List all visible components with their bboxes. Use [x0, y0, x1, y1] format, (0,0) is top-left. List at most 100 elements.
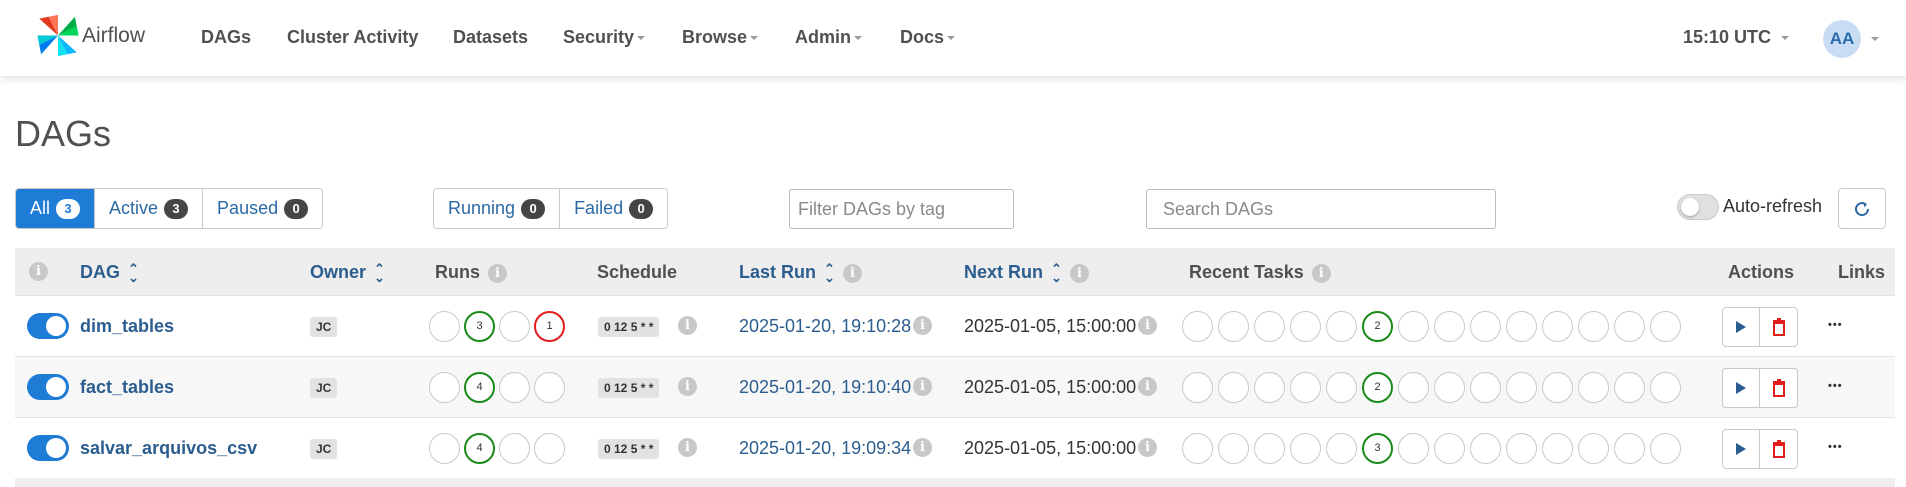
run-state-circle[interactable]	[429, 372, 460, 403]
nav-browse[interactable]: Browse	[682, 27, 759, 48]
task-state-circle[interactable]	[1650, 372, 1681, 403]
task-state-circle[interactable]	[1254, 433, 1285, 464]
task-state-circle[interactable]	[1254, 372, 1285, 403]
task-state-circle[interactable]: 2	[1362, 372, 1393, 403]
info-icon[interactable]: i	[678, 377, 697, 396]
schedule-badge[interactable]: 0 12 5 * *	[598, 439, 660, 459]
task-state-circle[interactable]	[1470, 311, 1501, 342]
more-links-icon[interactable]: •••	[1828, 441, 1843, 453]
task-state-circle[interactable]	[1398, 311, 1429, 342]
run-state-circle[interactable]	[429, 433, 460, 464]
task-state-circle[interactable]	[1614, 311, 1645, 342]
auto-refresh-toggle[interactable]	[1677, 194, 1719, 220]
task-state-circle[interactable]	[1326, 311, 1357, 342]
task-state-circle[interactable]	[1326, 433, 1357, 464]
chevron-down-icon[interactable]	[1871, 37, 1879, 41]
info-icon[interactable]: i	[1069, 263, 1089, 283]
task-state-circle[interactable]	[1218, 433, 1249, 464]
info-icon[interactable]: i	[1138, 377, 1157, 396]
user-avatar[interactable]: AA	[1823, 20, 1861, 58]
info-icon[interactable]: i	[842, 263, 862, 283]
delete-dag-button[interactable]	[1760, 308, 1797, 346]
column-header-dag[interactable]: DAG ⌃ ⌄	[80, 262, 139, 284]
run-state-circle[interactable]	[534, 372, 565, 403]
nav-cluster-activity[interactable]: Cluster Activity	[287, 27, 418, 48]
nav-dags[interactable]: DAGs	[201, 27, 251, 48]
info-icon[interactable]: i	[913, 316, 932, 335]
task-state-circle[interactable]	[1506, 372, 1537, 403]
filter-running-button[interactable]: Running 0	[434, 189, 561, 228]
last-run-link[interactable]: 2025-01-20, 19:10:40	[739, 377, 911, 398]
task-state-circle[interactable]	[1290, 311, 1321, 342]
task-state-circle[interactable]	[1218, 372, 1249, 403]
run-state-circle[interactable]	[499, 433, 530, 464]
task-state-circle[interactable]	[1614, 372, 1645, 403]
task-state-circle[interactable]	[1506, 433, 1537, 464]
task-state-circle[interactable]	[1506, 311, 1537, 342]
more-links-icon[interactable]: •••	[1828, 319, 1843, 331]
task-state-circle[interactable]: 3	[1362, 433, 1393, 464]
task-state-circle[interactable]	[1434, 433, 1465, 464]
column-header-next-run[interactable]: Next Run ⌃ ⌄ i	[964, 262, 1089, 284]
run-state-circle[interactable]	[534, 433, 565, 464]
utc-clock[interactable]: 15:10 UTC	[1683, 27, 1790, 48]
owner-badge[interactable]: JC	[310, 378, 338, 398]
schedule-badge[interactable]: 0 12 5 * *	[598, 378, 660, 398]
task-state-circle[interactable]	[1650, 311, 1681, 342]
last-run-link[interactable]: 2025-01-20, 19:10:28	[739, 316, 911, 337]
task-state-circle[interactable]	[1614, 433, 1645, 464]
info-icon[interactable]: i	[913, 438, 932, 457]
task-state-circle[interactable]	[1470, 433, 1501, 464]
more-links-icon[interactable]: •••	[1828, 380, 1843, 392]
owner-badge[interactable]: JC	[310, 439, 338, 459]
task-state-circle[interactable]	[1398, 372, 1429, 403]
task-state-circle[interactable]	[1578, 372, 1609, 403]
brand-name[interactable]: Airflow	[82, 24, 145, 48]
trigger-dag-button[interactable]	[1723, 430, 1760, 468]
airflow-logo-icon[interactable]	[34, 13, 82, 58]
task-state-circle[interactable]	[1290, 433, 1321, 464]
run-state-circle[interactable]	[499, 372, 530, 403]
column-header-owner[interactable]: Owner ⌃ ⌄	[310, 262, 385, 284]
info-icon[interactable]: i	[678, 316, 697, 335]
info-icon[interactable]: i	[913, 377, 932, 396]
task-state-circle[interactable]	[1326, 372, 1357, 403]
dag-pause-toggle[interactable]	[27, 313, 69, 339]
task-state-circle[interactable]	[1578, 433, 1609, 464]
last-run-link[interactable]: 2025-01-20, 19:09:34	[739, 438, 911, 459]
task-state-circle[interactable]	[1434, 311, 1465, 342]
run-state-circle[interactable]	[429, 311, 460, 342]
trigger-dag-button[interactable]	[1723, 369, 1760, 407]
trigger-dag-button[interactable]	[1723, 308, 1760, 346]
task-state-circle[interactable]	[1578, 311, 1609, 342]
task-state-circle[interactable]	[1542, 372, 1573, 403]
info-icon[interactable]: i	[1138, 316, 1157, 335]
task-state-circle[interactable]	[1290, 372, 1321, 403]
task-state-circle[interactable]	[1398, 433, 1429, 464]
nav-admin[interactable]: Admin	[795, 27, 862, 48]
info-icon[interactable]: i	[678, 438, 697, 457]
task-state-circle[interactable]	[1182, 372, 1213, 403]
task-state-circle[interactable]: 2	[1362, 311, 1393, 342]
schedule-badge[interactable]: 0 12 5 * *	[598, 317, 660, 337]
search-input[interactable]	[1146, 189, 1496, 229]
info-icon[interactable]: i	[1311, 263, 1331, 283]
filter-all-button[interactable]: All 3	[16, 189, 96, 228]
task-state-circle[interactable]	[1470, 372, 1501, 403]
info-icon[interactable]: i	[1138, 438, 1157, 457]
column-header-last-run[interactable]: Last Run ⌃ ⌄ i	[739, 262, 862, 284]
task-state-circle[interactable]	[1650, 433, 1681, 464]
owner-badge[interactable]: JC	[310, 317, 338, 337]
task-state-circle[interactable]	[1542, 311, 1573, 342]
tag-filter-input[interactable]	[789, 189, 1014, 229]
filter-paused-button[interactable]: Paused 0	[203, 189, 323, 228]
task-state-circle[interactable]	[1434, 372, 1465, 403]
task-state-circle[interactable]	[1182, 311, 1213, 342]
task-state-circle[interactable]	[1182, 433, 1213, 464]
info-icon[interactable]: i	[29, 262, 48, 281]
delete-dag-button[interactable]	[1760, 369, 1797, 407]
filter-active-button[interactable]: Active 3	[95, 189, 204, 228]
task-state-circle[interactable]	[1254, 311, 1285, 342]
task-state-circle[interactable]	[1218, 311, 1249, 342]
delete-dag-button[interactable]	[1760, 430, 1797, 468]
